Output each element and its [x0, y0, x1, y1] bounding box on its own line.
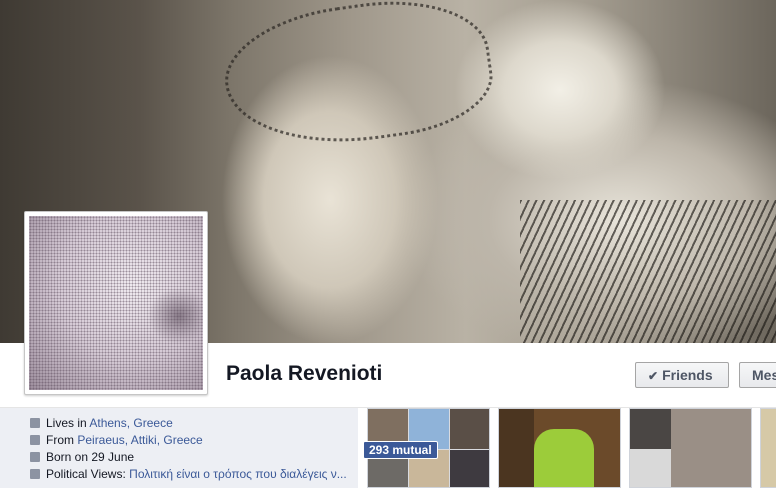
from-prefix: From: [46, 433, 74, 447]
more-tile[interactable]: [760, 408, 776, 488]
lives-prefix: Lives in: [46, 416, 87, 430]
born-text: Born on 29 June: [46, 450, 135, 464]
friend-thumb: [671, 409, 751, 487]
message-button[interactable]: Message: [739, 362, 776, 388]
mutual-thumb: [450, 450, 489, 487]
profile-picture[interactable]: [24, 211, 208, 395]
friends-button-label: Friends: [662, 367, 713, 383]
calendar-icon: [30, 452, 40, 462]
checkmark-icon: ✔: [648, 369, 659, 383]
mutual-thumb: [450, 409, 489, 449]
lives-city-link[interactable]: Athens, Greece: [89, 416, 172, 430]
about-panel: Lives in Athens, Greece From Peiraeus, A…: [0, 408, 358, 488]
message-button-label: Message: [752, 367, 776, 383]
profile-name[interactable]: Paola Revenioti: [226, 362, 382, 386]
house-icon: [30, 435, 40, 445]
photos-tile[interactable]: [498, 408, 621, 488]
from-place-link[interactable]: Peiraeus, Attiki, Greece: [77, 433, 202, 447]
friends-tile[interactable]: [629, 408, 752, 488]
cover-mask-detail: [216, 0, 500, 159]
home-icon: [30, 418, 40, 428]
about-political: Political Views: Πολιτική είναι ο τρόπος…: [30, 467, 347, 481]
cover-feather-detail: [520, 200, 776, 343]
photo-background: [499, 409, 534, 487]
profile-picture-image: [29, 216, 203, 390]
friends-button[interactable]: ✔ Friends: [635, 362, 729, 388]
friend-thumb: [630, 409, 671, 449]
political-prefix: Political Views:: [46, 467, 126, 481]
speech-bubble-icon: [30, 469, 40, 479]
about-lives: Lives in Athens, Greece: [30, 416, 173, 430]
about-born: Born on 29 June: [30, 450, 134, 464]
mutual-friends-badge[interactable]: 293 mutual: [363, 441, 438, 459]
friend-thumb: [630, 449, 671, 487]
photo-subject: [534, 429, 594, 487]
political-link[interactable]: Πολιτική είναι ο τρόπος που διαλέγεις ν.…: [129, 467, 347, 481]
about-from: From Peiraeus, Attiki, Greece: [30, 433, 203, 447]
